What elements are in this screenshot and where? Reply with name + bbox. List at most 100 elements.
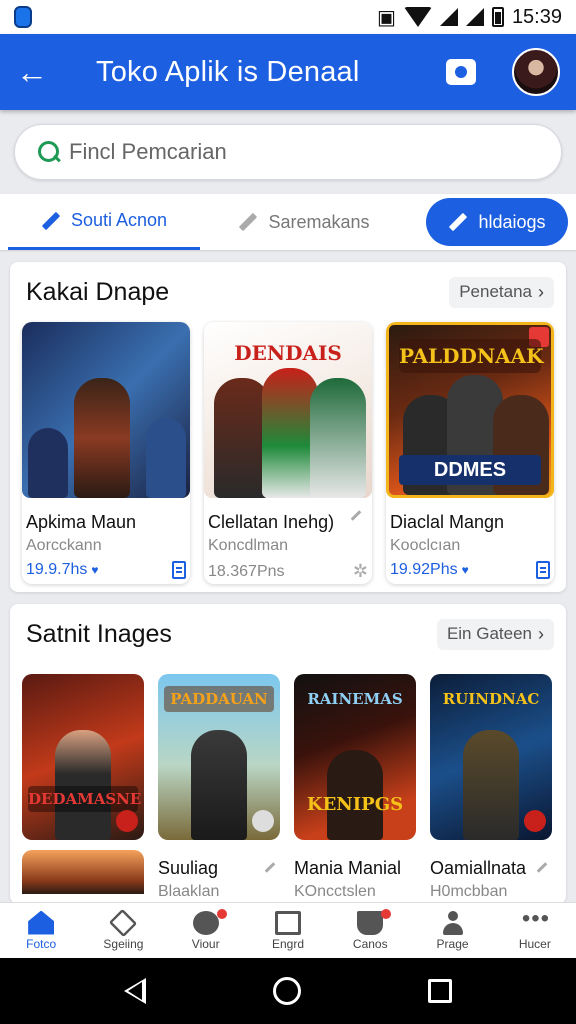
character-figure — [146, 418, 186, 498]
system-nav-bar — [0, 958, 576, 1024]
tab-bar: Souti Acnon Saremakans hldaiogs — [0, 194, 576, 250]
app-name: Diaclal Mangn — [390, 512, 505, 532]
see-all-label: Ein Gateen — [446, 624, 532, 643]
app-name: Clellatan Inehg) — [208, 512, 335, 532]
status-bar: ▣ 15:39 — [0, 0, 576, 34]
tab-label: hldaiogs — [478, 211, 546, 232]
nav-item-prage[interactable]: Prage — [411, 903, 493, 958]
system-home-icon[interactable] — [272, 977, 301, 1005]
badge-icon — [524, 810, 546, 832]
app-meta-value: 19.92Phs — [390, 561, 458, 578]
more-icon: ••• — [521, 904, 551, 932]
notification-badge — [381, 909, 392, 919]
person-icon — [440, 910, 466, 935]
status-icons: ▣ 15:39 — [377, 5, 562, 30]
game-logo: DEDAMASNE — [28, 786, 141, 812]
app-name: Mania Manial — [294, 858, 402, 878]
nav-label: Canos — [352, 936, 388, 951]
gear-icon[interactable]: ✲ — [353, 561, 368, 582]
bottom-nav: Fotco Sgeiing Viour Engrd Canos Prage ••… — [0, 902, 576, 958]
see-all-button[interactable]: Penetana › — [449, 276, 554, 308]
document-icon[interactable] — [536, 561, 550, 579]
app-developer: Blaaklan — [158, 883, 220, 900]
game-logo: PALDDNAAK — [399, 339, 544, 373]
image-info[interactable]: Suuliag Blaaklan — [158, 858, 280, 901]
image-card-list: DEDAMASNE PADDAUAN RAINEMAS KENIPGS RUIN… — [10, 664, 566, 840]
character-figure — [28, 428, 68, 498]
page-title: Toko Aplik is Denaal — [96, 55, 360, 88]
app-developer: H0mcbban — [430, 883, 508, 900]
search-bar[interactable] — [14, 124, 562, 180]
tab-label: Saremakans — [268, 211, 370, 232]
avatar[interactable] — [512, 48, 560, 96]
notification-badge — [216, 909, 227, 919]
nav-item-viour[interactable]: Viour — [165, 903, 247, 958]
twitter-icon: ♥ — [91, 563, 99, 577]
tab-label: Souti Acnon — [70, 210, 168, 230]
image-card[interactable]: RUINDNAC — [430, 674, 552, 840]
image-card-partial[interactable] — [22, 850, 144, 901]
app-developer: KOncctslen — [294, 883, 376, 900]
section-header: Kakai Dnape Penetana › — [10, 262, 566, 322]
nav-item-engrd[interactable]: Engrd — [247, 903, 329, 958]
image-card[interactable]: PADDAUAN — [158, 674, 280, 840]
character-figure — [74, 378, 130, 498]
compass-icon — [192, 910, 219, 935]
see-all-button[interactable]: Ein Gateen › — [436, 618, 554, 650]
search-icon — [37, 140, 61, 164]
character-figure — [463, 730, 519, 840]
system-recents-icon[interactable] — [428, 979, 453, 1003]
tab-hldaiogs[interactable]: hldaiogs — [426, 198, 568, 246]
game-banner: DDMES — [399, 455, 541, 485]
app-meta-value: 18.367Pns — [208, 562, 285, 580]
image-info-row: Suuliag Blaaklan Mania Manial KOncctslen… — [10, 840, 566, 901]
wifi-icon — [403, 7, 432, 27]
image-info[interactable]: Oamiallnata H0mcbban — [430, 858, 552, 901]
nav-label: Viour — [191, 936, 220, 951]
app-card[interactable]: PALDDNAAK DDMES Diaclal Mangn Kooclcıan … — [386, 322, 554, 584]
chevron-right-icon: › — [538, 623, 544, 644]
vibrate-icon: ▣ — [377, 6, 396, 29]
nav-label: Hucer — [518, 936, 551, 951]
see-all-label: Penetana — [459, 282, 532, 301]
nav-item-fotco[interactable]: Fotco — [0, 903, 82, 958]
cart-icon — [357, 910, 384, 935]
character-figure — [55, 730, 111, 840]
app-thumbnail — [22, 322, 190, 498]
pencil-icon — [449, 212, 468, 232]
home-icon — [28, 910, 55, 935]
app-notification-icon — [14, 6, 32, 28]
document-icon[interactable] — [172, 561, 186, 579]
app-meta-value: 19.9.7hs — [26, 561, 88, 578]
tab-souti-acnon[interactable]: Souti Acnon — [8, 194, 200, 250]
system-back-icon[interactable] — [123, 978, 146, 1004]
badge-icon — [116, 810, 138, 832]
book-icon — [274, 910, 301, 935]
nav-item-canos[interactable]: Canos — [329, 903, 411, 958]
image-card[interactable]: RAINEMAS KENIPGS — [294, 674, 416, 840]
image-info[interactable]: Mania Manial KOncctslen — [294, 858, 416, 901]
image-thumbnail: DEDAMASNE — [22, 674, 144, 840]
camera-icon[interactable] — [446, 59, 476, 85]
app-meta: 18.367Pns ✲ — [204, 555, 372, 582]
game-banner: KENIPGS — [306, 794, 404, 815]
section-images: Satnit Inages Ein Gateen › DEDAMASNE PAD… — [10, 604, 566, 904]
nav-item-sgeiing[interactable]: Sgeiing — [82, 903, 164, 958]
signal-icon — [439, 8, 458, 26]
nav-label: Prage — [436, 936, 469, 951]
tab-saremakans[interactable]: Saremakans — [200, 194, 408, 250]
nav-label: Engrd — [271, 936, 304, 951]
image-card[interactable]: DEDAMASNE — [22, 674, 144, 840]
search-input[interactable] — [69, 139, 539, 165]
app-card[interactable]: DENDAIS Clellatan Inehg) Koncdlman 18.36… — [204, 322, 372, 584]
app-card[interactable]: Apkima Maun Aorcckann 19.9.7hs ♥ — [22, 322, 190, 584]
image-thumbnail — [22, 850, 144, 894]
image-thumbnail: PADDAUAN — [158, 674, 280, 840]
nav-item-hucer[interactable]: ••• Hucer — [494, 903, 576, 958]
status-time: 15:39 — [511, 5, 562, 28]
app-thumbnail: DENDAIS — [204, 322, 372, 498]
nav-label: Fotco — [26, 936, 57, 951]
arrow-left-icon[interactable]: ← — [16, 54, 64, 91]
section-header: Satnit Inages Ein Gateen › — [10, 604, 566, 664]
section-title: Satnit Inages — [26, 619, 172, 648]
